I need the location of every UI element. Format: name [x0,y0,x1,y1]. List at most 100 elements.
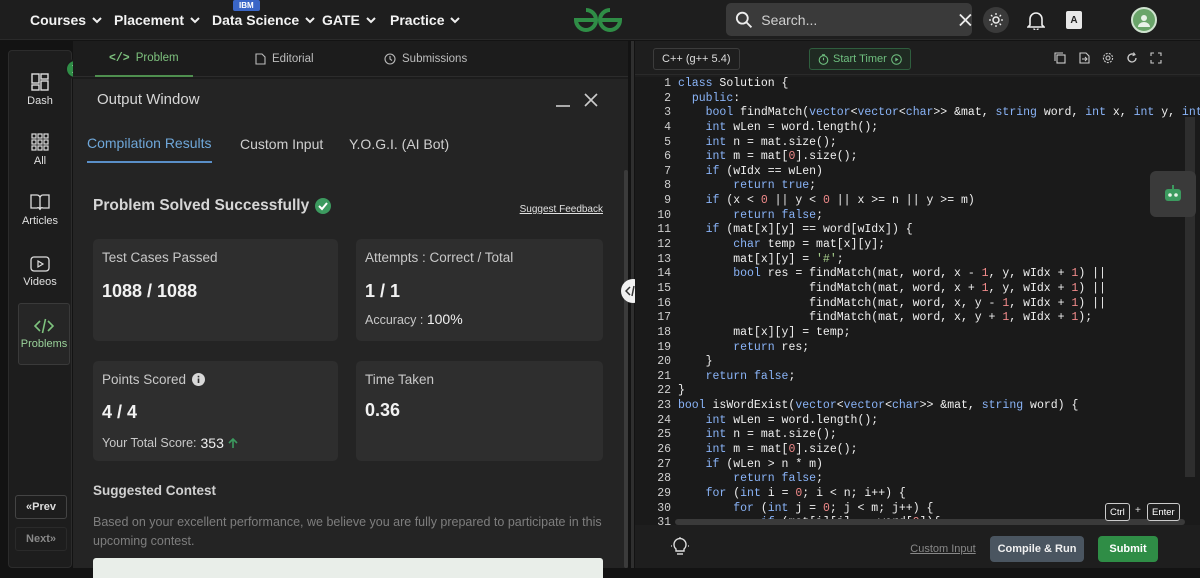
notification-button[interactable] [1026,9,1046,31]
code-line[interactable]: int wLen = word.length(); [678,414,1200,429]
floating-assistant-button[interactable] [1150,171,1196,217]
tab-problem[interactable]: </> Problem [95,41,193,77]
custom-input-link[interactable]: Custom Input [908,536,978,562]
code-text[interactable]: class Solution { public: bool findMatch(… [678,77,1200,525]
code-line[interactable]: bool isWordExist(vector<vector<char>> &m… [678,399,1200,414]
avatar[interactable] [1131,7,1157,33]
nav-courses[interactable]: Courses [30,0,102,40]
code-line[interactable]: mat[x][y] = '#'; [678,253,1200,268]
reset-button[interactable] [1125,51,1139,65]
code-line[interactable]: public: [678,92,1200,107]
minimize-button[interactable] [554,91,572,109]
chevron-down-icon [366,17,376,24]
sidebar-item-label: Articles [21,215,59,227]
code-line[interactable]: int m = mat[0].size(); [678,150,1200,165]
nav-gate[interactable]: GATE [322,0,376,40]
code-line[interactable]: int n = mat.size(); [678,136,1200,151]
code-line[interactable]: bool res = findMatch(mat, word, x - 1, y… [678,267,1200,282]
settings-button[interactable] [1101,51,1115,65]
submit-button[interactable]: Submit [1098,536,1158,562]
code-line[interactable]: if (wIdx == wLen) [678,165,1200,180]
code-line[interactable]: return false; [678,370,1200,385]
translate-icon[interactable]: A [1066,11,1082,29]
points-value: 4 / 4 [102,402,138,422]
language-select[interactable]: C++ (g++ 5.4) [653,48,740,70]
points-card: Points Scored 4 / 4 Your Total Score: 35… [93,361,338,461]
code-line[interactable]: if (x < 0 || y < 0 || x >= n || y >= m) [678,194,1200,209]
start-timer-button[interactable]: Start Timer [809,48,911,70]
copy-button[interactable] [1053,51,1067,65]
code-line[interactable]: findMatch(mat, word, x + 1, y, wIdx + 1)… [678,282,1200,297]
sidebar-item-videos[interactable]: Videos [9,243,71,301]
prev-button[interactable]: « Prev [15,495,67,519]
code-line[interactable]: } [678,355,1200,370]
code-line[interactable]: bool findMatch(vector<vector<char>> &mat… [678,106,1200,121]
problem-panel: </> Problem Editorial Submissions Output… [73,41,628,578]
nav-placement[interactable]: Placement [114,0,200,40]
code-line[interactable]: int m = mat[0].size(); [678,443,1200,458]
panel-divider[interactable] [631,41,634,568]
compile-run-button[interactable]: Compile & Run [990,536,1084,562]
code-line[interactable]: findMatch(mat, word, x, y + 1, wIdx + 1)… [678,311,1200,326]
line-number: 1 [664,77,671,90]
code-line[interactable]: return res; [678,341,1200,356]
robot-icon [1165,185,1181,201]
test-cases-value: 1088 / 1088 [102,281,198,301]
sidebar-item-all[interactable]: All [9,121,71,179]
code-line[interactable]: class Solution { [678,77,1200,92]
tab-submissions[interactable]: Submissions [384,41,467,77]
tab-compilation-results[interactable]: Compilation Results [87,125,212,163]
left-panel-scrollbar[interactable] [624,170,628,568]
nav-data-science[interactable]: Data Science [212,0,315,40]
sidebar-item-articles[interactable]: Articles [9,181,71,239]
suggest-feedback-link[interactable]: Suggest Feedback [520,204,603,215]
code-line[interactable]: return false; [678,209,1200,224]
code-line[interactable]: int n = mat.size(); [678,428,1200,443]
tab-editorial[interactable]: Editorial [255,41,314,77]
code-line[interactable]: char temp = mat[x][y]; [678,238,1200,253]
clock-icon [384,53,396,65]
tab-yogi-ai-bot[interactable]: Y.O.G.I. (AI Bot) [349,125,449,163]
hint-button[interactable] [668,535,692,559]
output-window-title: Output Window [97,91,200,108]
gear-icon [1102,52,1114,64]
sidebar-item-dash[interactable]: Dash [9,61,71,119]
line-number: 6 [664,150,671,164]
fullscreen-icon [1150,52,1162,64]
tab-custom-input[interactable]: Custom Input [240,125,323,163]
contest-card[interactable] [93,558,603,578]
kbd-enter: Enter [1147,503,1180,521]
sidebar-item-label: Dash [27,95,53,107]
search-bar[interactable] [726,3,972,36]
search-input[interactable] [761,11,932,28]
play-icon [30,256,50,272]
info-icon[interactable] [192,373,206,386]
nav-placement-label: Placement [114,12,185,28]
code-line[interactable]: } [678,384,1200,399]
tab-problem-label: Problem [135,52,179,64]
import-button[interactable] [1077,51,1091,65]
nav-practice[interactable]: Practice [390,0,461,40]
gfg-logo-icon[interactable] [572,6,624,34]
next-button[interactable]: Next » [15,527,67,551]
code-line[interactable]: if (mat[x][y] == word[wIdx]) { [678,223,1200,238]
code-area[interactable]: 1 2 3 4 5 6 7 8 9 10 11 12 13 14 15 16 17 18 19 20 21 22 23 24 2… [635,77,1200,525]
fullscreen-button[interactable] [1149,51,1163,65]
sidebar-item-problems[interactable]: Problems [18,303,70,365]
code-line[interactable]: if (wLen > n * m) [678,458,1200,473]
time-taken-value: 0.36 [365,400,401,420]
line-number: 2 [664,91,671,105]
line-number: 4 [664,120,671,134]
close-icon[interactable] [959,13,972,27]
grid-icon [31,133,49,151]
code-line[interactable]: mat[x][y] = temp; [678,326,1200,341]
code-line[interactable]: for (int i = 0; i < n; i++) { [678,487,1200,502]
code-line[interactable]: return true; [678,179,1200,194]
code-line[interactable]: return false; [678,472,1200,487]
theme-toggle-button[interactable] [983,7,1009,33]
line-number: 29 [657,486,671,500]
close-output-button[interactable] [582,91,600,109]
code-line[interactable]: int wLen = word.length(); [678,121,1200,136]
code-line[interactable]: findMatch(mat, word, x, y - 1, wIdx + 1)… [678,297,1200,312]
line-number: 24 [657,413,671,427]
